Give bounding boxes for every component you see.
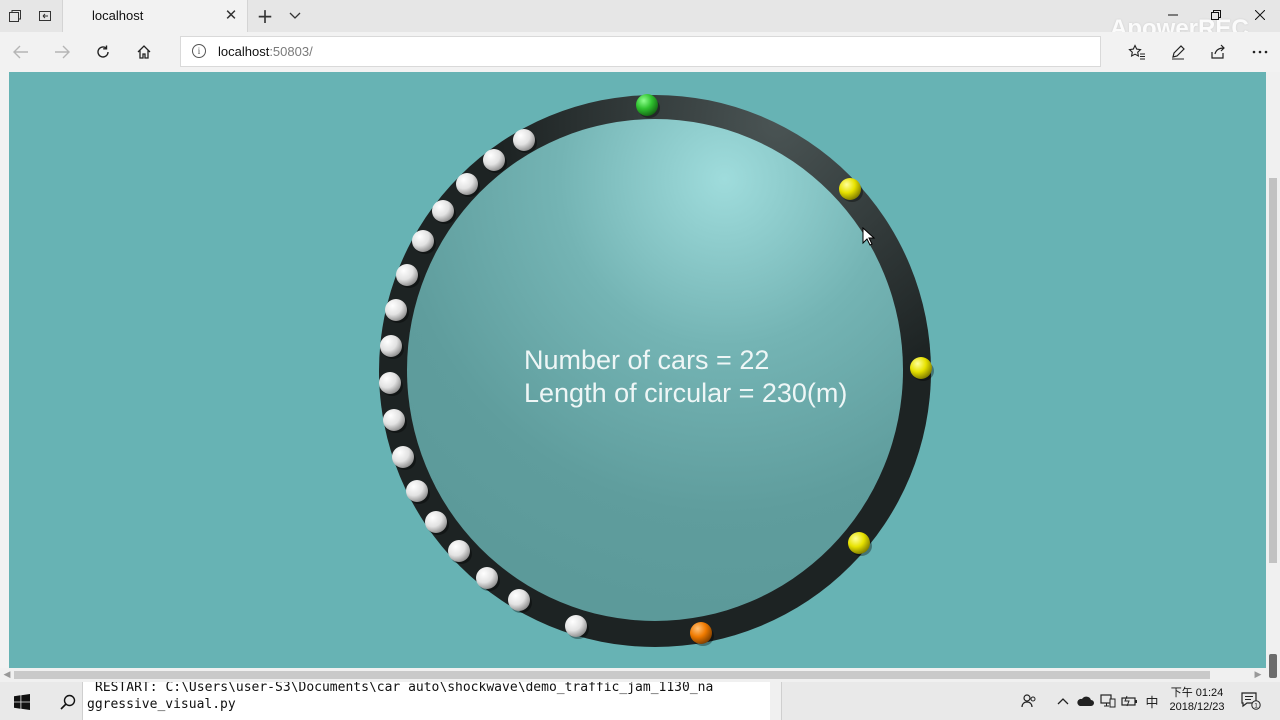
home-icon[interactable] (132, 40, 156, 64)
close-window-icon[interactable] (1245, 4, 1275, 26)
favorites-icon[interactable] (1125, 40, 1149, 64)
address-bar[interactable]: i localhost:50803/ (180, 36, 1101, 67)
vertical-scrollbar[interactable] (1266, 72, 1280, 682)
pen-icon[interactable] (1166, 40, 1190, 64)
browser-toolbar: i localhost:50803/ (0, 32, 1280, 72)
forward-icon[interactable] (50, 40, 74, 64)
windows-taskbar: RESTART: C:\Users\user-S3\Documents\car … (0, 682, 1280, 720)
car-white (476, 567, 498, 589)
car-white (565, 615, 587, 637)
python-console-window[interactable]: RESTART: C:\Users\user-S3\Documents\car … (82, 682, 782, 720)
car-white (383, 409, 405, 431)
new-tab-button[interactable]: + (254, 4, 276, 28)
scroll-indicator[interactable] (1269, 654, 1277, 678)
simulation-info: Number of cars = 22 Length of circular =… (524, 344, 847, 410)
action-center-icon[interactable]: 1 (1240, 690, 1262, 712)
tab-title: localhost (92, 8, 144, 23)
car-white (380, 335, 402, 357)
clock-date: 2018/12/23 (1169, 701, 1225, 713)
car-yellow (910, 357, 932, 379)
chevron-down-icon[interactable] (284, 4, 306, 28)
car-yellow (839, 178, 861, 200)
tab-aside-icon[interactable] (33, 4, 57, 28)
number-of-cars-label: Number of cars = 22 (524, 345, 770, 375)
tab-manager-icon[interactable] (3, 4, 27, 28)
browser-tab-bar: localhost ✕ + ApowerREC (0, 0, 1280, 42)
chevron-up-icon[interactable] (1052, 690, 1074, 712)
console-line-2: ggressive_visual.py (87, 697, 236, 712)
page-viewport: Number of cars = 22 Length of circular =… (0, 72, 1280, 682)
more-icon[interactable] (1248, 40, 1272, 64)
restore-icon[interactable] (1201, 4, 1231, 26)
car-white (406, 480, 428, 502)
windows-start-icon[interactable] (8, 688, 36, 716)
car-white (448, 540, 470, 562)
car-white (412, 230, 434, 252)
tab-close-icon[interactable]: ✕ (221, 5, 241, 25)
car-white (396, 264, 418, 286)
minimize-icon[interactable] (1158, 4, 1188, 26)
horizontal-scroll-thumb[interactable] (14, 671, 1210, 679)
mouse-cursor-icon (862, 226, 876, 251)
site-info-icon[interactable]: i (192, 44, 206, 58)
car-white (392, 446, 414, 468)
people-icon[interactable] (1018, 690, 1040, 712)
notification-count: 1 (1254, 702, 1258, 709)
console-line-1: RESTART: C:\Users\user-S3\Documents\car … (95, 682, 714, 695)
scroll-left-icon[interactable]: ◀ (1, 669, 13, 681)
taskbar-clock[interactable]: 下午 01:24 2018/12/23 (1160, 686, 1234, 714)
tab-localhost[interactable]: localhost ✕ (62, 0, 248, 32)
car-white (432, 200, 454, 222)
car-white (456, 173, 478, 195)
clock-time: 下午 01:24 (1170, 687, 1224, 699)
console-scrollbar[interactable] (770, 682, 781, 720)
url-text[interactable]: localhost:50803/ (218, 44, 313, 59)
url-port: :50803/ (269, 44, 313, 59)
car-white (379, 372, 401, 394)
back-icon[interactable] (9, 40, 33, 64)
car-white (483, 149, 505, 171)
horizontal-scrollbar[interactable]: ◀ ▶ (0, 668, 1266, 682)
onedrive-icon[interactable] (1074, 690, 1096, 712)
car-yellow (848, 532, 870, 554)
network-icon[interactable] (1097, 690, 1119, 712)
car-green (636, 94, 658, 116)
search-icon[interactable] (54, 688, 82, 716)
car-white (385, 299, 407, 321)
vertical-scroll-thumb[interactable] (1269, 178, 1277, 563)
scroll-right-icon[interactable]: ▶ (1252, 669, 1264, 681)
circular-length-label: Length of circular = 230(m) (524, 378, 848, 408)
car-white (513, 129, 535, 151)
car-white (425, 511, 447, 533)
simulation-canvas[interactable]: Number of cars = 22 Length of circular =… (9, 72, 1266, 668)
car-white (508, 589, 530, 611)
share-icon[interactable] (1206, 40, 1230, 64)
url-host: localhost (218, 44, 270, 59)
power-icon[interactable] (1119, 690, 1141, 712)
refresh-icon[interactable] (91, 40, 115, 64)
car-orange (690, 622, 712, 644)
